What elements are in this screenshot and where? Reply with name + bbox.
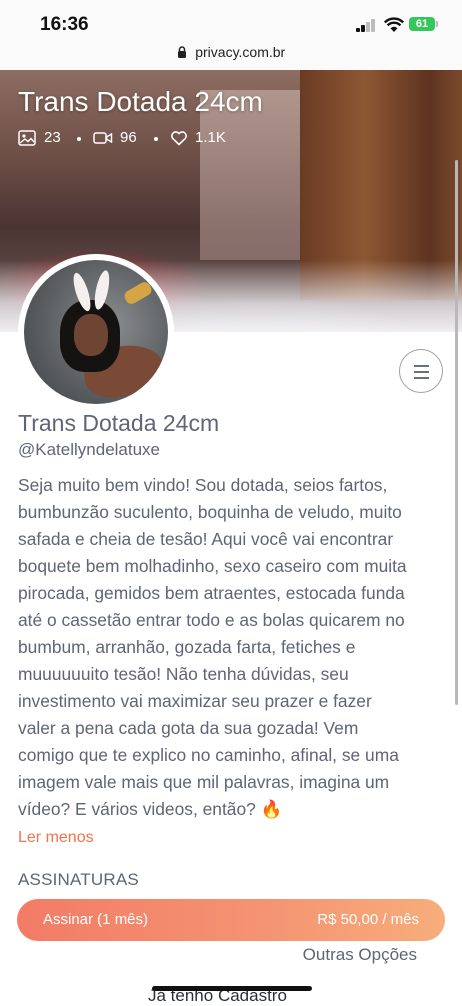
heart-icon xyxy=(171,131,187,146)
separator-dot xyxy=(154,137,158,141)
bio-line: valer a pena cada gota da sua gozada! Ve… xyxy=(18,718,359,738)
lock-icon xyxy=(177,46,186,58)
avatar-figure-face xyxy=(74,314,108,356)
subscribe-plan-price: R$ 50,00 / mês xyxy=(317,911,419,928)
bio-line: bumbum, arranhão, gozada farta, fetiches… xyxy=(18,637,356,657)
cover-title: Trans Dotada 24cm xyxy=(18,86,263,117)
bio-line: muuuuuuito tesão! Não tenha dúvidas, seu xyxy=(18,664,349,684)
bio-line: imagem vale mais que mil palavras, imagi… xyxy=(18,772,390,792)
battery-icon: 61 xyxy=(409,17,435,31)
browser-url-bar[interactable]: privacy.com.br xyxy=(0,44,462,70)
subscriptions-title: ASSINATURAS xyxy=(18,870,139,889)
bio-line: Seja muito bem vindo! Sou dotada, seios … xyxy=(18,475,388,495)
read-less-link[interactable]: Ler menos xyxy=(18,829,94,847)
wifi-icon xyxy=(384,17,404,32)
photos-count: 23 xyxy=(44,129,61,146)
subscribe-button[interactable]: Assinar (1 mês) R$ 50,00 / mês xyxy=(17,899,445,941)
videos-count: 96 xyxy=(120,129,137,146)
avatar-bunny-ear xyxy=(91,269,113,311)
bio-line: safada e cheia de tesão! Aqui você vai e… xyxy=(18,529,394,549)
menu-button[interactable] xyxy=(399,349,443,393)
other-options-link[interactable]: Outras Opções xyxy=(303,945,417,965)
bio-line: vídeo? E vários videos, então? 🔥 xyxy=(18,799,283,819)
status-time: 16:36 xyxy=(40,14,89,35)
profile-handle: @Katellyndelatuxe xyxy=(18,440,161,459)
avatar[interactable] xyxy=(18,254,174,410)
profile-bio: Seja muito bem vindo! Sou dotada, seios … xyxy=(18,472,448,823)
scrollbar[interactable] xyxy=(455,160,458,705)
likes-count: 1.1K xyxy=(195,129,226,146)
profile-name: Trans Dotada 24cm xyxy=(18,410,220,436)
avatar-photo xyxy=(24,260,168,404)
video-camera-icon xyxy=(93,132,113,144)
cellular-signal-icon xyxy=(356,19,376,32)
subscribe-plan-label: Assinar (1 mês) xyxy=(43,911,149,928)
bio-line: investimento vai maximizar seu prazer e … xyxy=(18,691,372,711)
bio-line: comigo que te explico no caminho, afinal… xyxy=(18,745,399,765)
status-bar: 16:36 61 xyxy=(0,0,462,44)
image-icon xyxy=(18,130,36,146)
battery-cap xyxy=(436,21,438,27)
bio-line: pirocada, gemidos bem atraentes, estocad… xyxy=(18,583,405,603)
bio-line: bumbunzão suculento, boquinha de veludo,… xyxy=(18,502,402,522)
separator-dot xyxy=(77,137,81,141)
url-text: privacy.com.br xyxy=(195,44,286,60)
bio-line: até o cassetão entrar todo e as bolas qu… xyxy=(18,610,405,630)
home-indicator xyxy=(152,986,312,991)
avatar-shoe xyxy=(122,279,154,307)
bio-line: boquete bem molhadinho, sexo caseiro com… xyxy=(18,556,407,576)
